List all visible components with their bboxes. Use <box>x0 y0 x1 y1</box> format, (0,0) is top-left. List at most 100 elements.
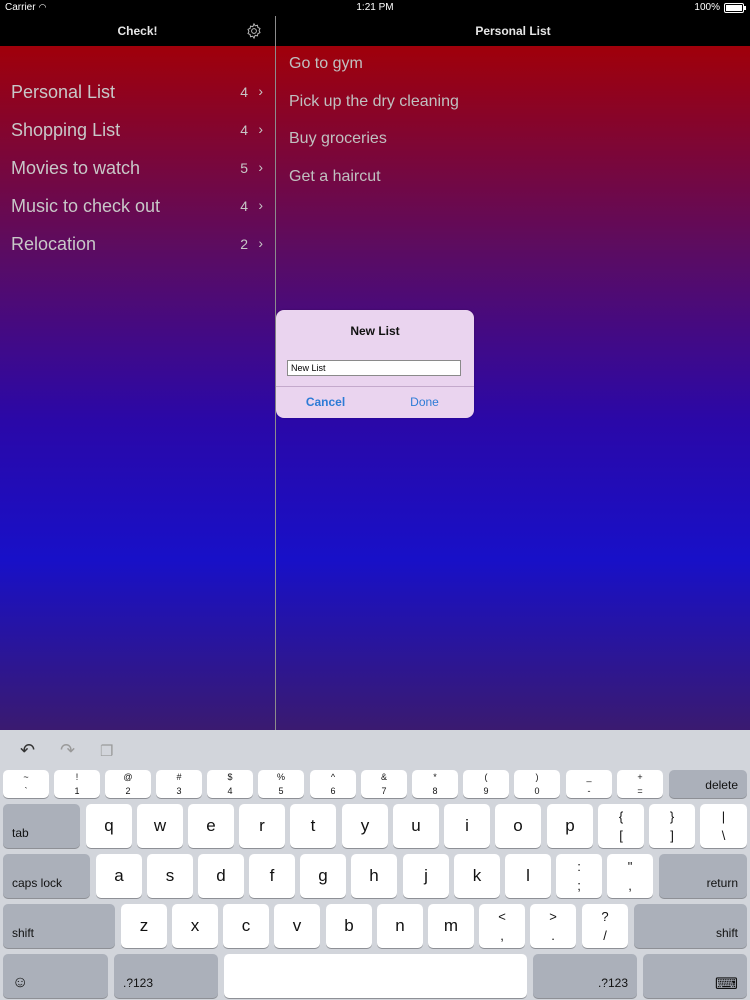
key-m[interactable]: m <box>428 904 474 948</box>
key-2[interactable]: @2 <box>105 770 151 798</box>
key-equals[interactable]: + = <box>617 770 663 798</box>
emoji-key[interactable]: ☺ <box>3 954 108 998</box>
return-key[interactable]: return <box>659 854 747 898</box>
list-row[interactable]: Relocation 2 › <box>0 230 275 268</box>
gear-icon[interactable] <box>245 22 263 40</box>
items-list: Go to gym Pick up the dry cleaning Buy g… <box>289 55 729 205</box>
key-right-brace[interactable]: }] <box>649 804 695 848</box>
key-g[interactable]: g <box>300 854 346 898</box>
key-quote[interactable]: ", <box>607 854 653 898</box>
list-row[interactable]: Shopping List 4 › <box>0 116 275 154</box>
key-w[interactable]: w <box>137 804 183 848</box>
key-k[interactable]: k <box>454 854 500 898</box>
key-v[interactable]: v <box>274 904 320 948</box>
list-item[interactable]: Get a haircut <box>289 168 729 206</box>
emoji-icon: ☺ <box>12 974 29 991</box>
list-row[interactable]: Movies to watch 5 › <box>0 154 275 192</box>
key-3[interactable]: #3 <box>156 770 202 798</box>
key-backslash[interactable]: | \ <box>700 804 747 848</box>
key-b[interactable]: b <box>326 904 372 948</box>
detail-nav-title: Personal List <box>475 24 551 38</box>
space-key[interactable] <box>224 954 527 998</box>
lists-nav-bar: Check! <box>0 16 275 46</box>
key-i[interactable]: i <box>444 804 490 848</box>
key-z[interactable]: z <box>121 904 167 948</box>
delete-key[interactable]: delete <box>669 770 747 798</box>
hide-keyboard-key[interactable]: ⌨ <box>643 954 747 998</box>
key-a[interactable]: a <box>96 854 142 898</box>
shift-left-key[interactable]: shift <box>3 904 115 948</box>
lists-table: Personal List 4 › Shopping List 4 › Movi… <box>0 78 275 268</box>
key-8[interactable]: * 8 <box>412 770 458 798</box>
key-l[interactable]: l <box>505 854 551 898</box>
list-name: Shopping List <box>11 120 121 140</box>
key-0[interactable]: ) 0 <box>514 770 560 798</box>
key-minus[interactable]: _ - <box>566 770 612 798</box>
keyboard: ↶ ↷ ❐ ~ ` ! 1 @2 #3 $4 % 5 ^ 6 & 7 * 8 (9 ) 0 _… <box>0 730 750 1000</box>
new-list-dialog: New List Cancel Done <box>276 310 474 418</box>
key-y[interactable]: y <box>342 804 388 848</box>
cancel-button[interactable]: Cancel <box>276 395 375 409</box>
key-e[interactable]: e <box>188 804 234 848</box>
chevron-right-icon: › <box>258 235 263 251</box>
list-item[interactable]: Buy groceries <box>289 130 729 168</box>
chevron-right-icon: › <box>258 121 263 137</box>
key-1[interactable]: ! 1 <box>54 770 100 798</box>
key-f[interactable]: f <box>249 854 295 898</box>
caps-lock-key[interactable]: caps lock <box>3 854 90 898</box>
redo-icon[interactable]: ↷ <box>60 740 75 761</box>
list-item[interactable]: Go to gym <box>289 55 729 93</box>
status-bar: Carrier ◠ 1:21 PM 100% <box>0 0 750 16</box>
keyboard-shortcut-bar: ↶ ↷ ❐ <box>0 730 750 770</box>
list-item[interactable]: Pick up the dry cleaning <box>289 93 729 131</box>
key-greater-than[interactable]: >. <box>530 904 576 948</box>
key-r[interactable]: r <box>239 804 285 848</box>
key-t[interactable]: t <box>290 804 336 848</box>
numbers-key-left[interactable]: .?123 <box>114 954 218 998</box>
key-6[interactable]: ^ 6 <box>310 770 356 798</box>
lists-nav-title: Check! <box>117 24 158 38</box>
key-backtick[interactable]: ~ ` <box>3 770 49 798</box>
dialog-title: New List <box>350 324 400 338</box>
chevron-right-icon: › <box>258 83 263 99</box>
list-name-input[interactable] <box>287 360 461 376</box>
done-button[interactable]: Done <box>375 395 474 409</box>
list-name: Movies to watch <box>11 158 141 178</box>
list-name: Music to check out <box>11 196 161 216</box>
battery-indicator: 100% <box>694 2 746 13</box>
key-o[interactable]: o <box>495 804 541 848</box>
undo-icon[interactable]: ↶ <box>20 740 35 761</box>
key-x[interactable]: x <box>172 904 218 948</box>
numbers-key-right[interactable]: .?123 <box>533 954 637 998</box>
clock: 1:21 PM <box>356 2 394 13</box>
key-left-brace[interactable]: {[ <box>598 804 644 848</box>
key-c[interactable]: c <box>223 904 269 948</box>
key-s[interactable]: s <box>147 854 193 898</box>
key-n[interactable]: n <box>377 904 423 948</box>
list-row[interactable]: Personal List 4 › <box>0 78 275 116</box>
key-5[interactable]: % 5 <box>258 770 304 798</box>
key-d[interactable]: d <box>198 854 244 898</box>
list-name: Relocation <box>11 234 97 254</box>
battery-percent: 100% <box>694 2 720 13</box>
key-semicolon[interactable]: :; <box>556 854 602 898</box>
list-count: 2 <box>240 236 248 252</box>
key-7[interactable]: & 7 <box>361 770 407 798</box>
list-count: 4 <box>240 198 248 214</box>
key-p[interactable]: p <box>547 804 593 848</box>
paste-icon[interactable]: ❐ <box>100 742 113 760</box>
list-count: 4 <box>240 84 248 100</box>
key-u[interactable]: u <box>393 804 439 848</box>
key-question[interactable]: ? / <box>582 904 628 948</box>
keyboard-icon: ⌨ <box>714 976 738 993</box>
key-less-than[interactable]: <, <box>479 904 525 948</box>
tab-key[interactable]: tab <box>3 804 80 848</box>
key-q[interactable]: q <box>86 804 132 848</box>
key-4[interactable]: $4 <box>207 770 253 798</box>
list-row[interactable]: Music to check out 4 › <box>0 192 275 230</box>
key-h[interactable]: h <box>351 854 397 898</box>
shift-right-key[interactable]: shift <box>634 904 747 948</box>
key-9[interactable]: (9 <box>463 770 509 798</box>
key-j[interactable]: j <box>403 854 449 898</box>
list-count: 5 <box>240 160 248 176</box>
